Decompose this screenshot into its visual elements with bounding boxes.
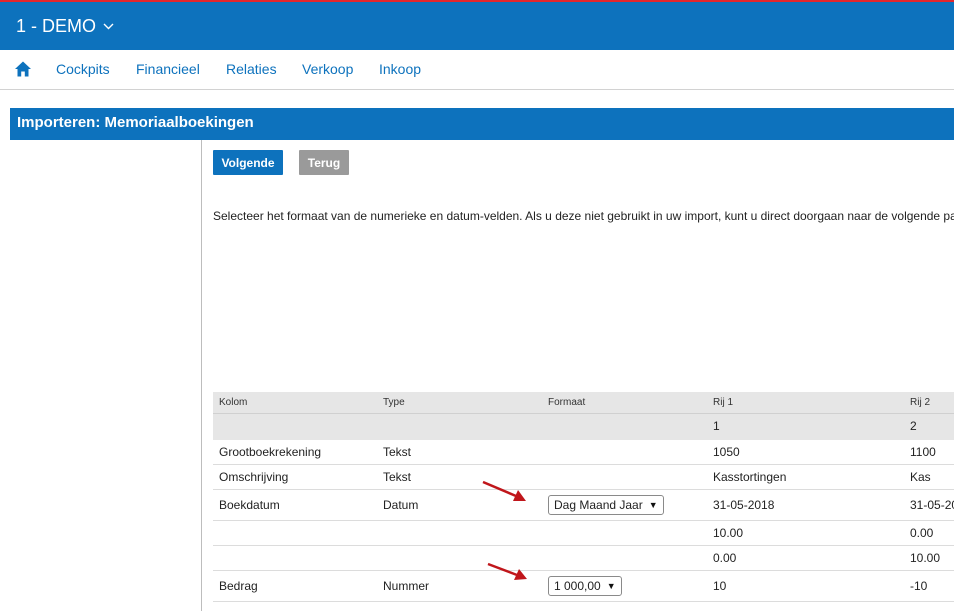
row-number-row: 1 2 <box>213 414 954 440</box>
table-cell: 0.00 <box>713 551 737 565</box>
top-bar: 1 - DEMO <box>0 0 954 50</box>
table-cell: Kas <box>910 470 931 484</box>
import-mapping-table: Kolom Type Formaat Rij 1 Rij 2 1 2 Groot… <box>213 392 954 602</box>
table-cell: Tekst <box>383 470 412 484</box>
table-row: Bedrag Nummer 1 000,00 ▼ 10 -10 <box>213 571 954 602</box>
page-title: Importeren: Memoriaalboekingen <box>17 114 254 131</box>
table-cell: 1050 <box>713 445 740 459</box>
table-cell: 10.00 <box>713 526 744 540</box>
column-header-type: Type <box>383 397 405 408</box>
nav-item-verkoop[interactable]: Verkoop <box>302 61 353 77</box>
page-header: Importeren: Memoriaalboekingen <box>10 108 954 140</box>
dropdown-arrow-icon: ▼ <box>606 581 616 591</box>
table-cell: 1100 <box>910 445 936 459</box>
column-header-formaat: Formaat <box>548 397 586 408</box>
number-format-select[interactable]: 1 000,00 ▼ <box>548 576 622 596</box>
number-format-value: 1 000,00 <box>554 579 601 593</box>
table-cell: Boekdatum <box>219 498 280 512</box>
date-format-select[interactable]: Dag Maand Jaar ▼ <box>548 495 664 515</box>
table-cell: -10 <box>910 579 928 593</box>
annotation-arrow-icon <box>487 562 527 580</box>
date-format-value: Dag Maand Jaar <box>554 498 643 512</box>
table-cell: Datum <box>383 498 419 512</box>
table-cell: Tekst <box>383 445 412 459</box>
left-panel <box>10 140 202 611</box>
row-number-1: 1 <box>713 419 720 433</box>
table-header-row: Kolom Type Formaat Rij 1 Rij 2 <box>213 392 954 414</box>
next-button[interactable]: Volgende <box>213 150 283 175</box>
row-number-2: 2 <box>910 419 917 433</box>
table-cell: Nummer <box>383 579 430 593</box>
main-navigation: Cockpits Financieel Relaties Verkoop Ink… <box>0 50 954 90</box>
company-selector[interactable]: 1 - DEMO <box>16 16 114 37</box>
nav-item-relaties[interactable]: Relaties <box>226 61 277 77</box>
table-row: 10.00 0.00 <box>213 521 954 546</box>
table-cell: 31-05-2018 <box>713 498 775 512</box>
home-icon[interactable] <box>14 60 32 78</box>
company-name: 1 - DEMO <box>16 16 97 36</box>
column-header-rij-2: Rij 2 <box>910 397 931 408</box>
table-row: 0.00 10.00 <box>213 546 954 571</box>
table-cell: 10 <box>713 579 727 593</box>
nav-item-cockpits[interactable]: Cockpits <box>56 61 110 77</box>
annotation-arrow-icon <box>482 480 526 501</box>
nav-item-inkoop[interactable]: Inkoop <box>379 61 421 77</box>
table-cell: 31-05-20 <box>910 498 954 512</box>
table-cell: Omschrijving <box>219 470 289 484</box>
table-cell: Grootboekrekening <box>219 445 322 459</box>
table-cell: 10.00 <box>910 551 941 565</box>
instruction-text: Selecteer het formaat van de numerieke e… <box>213 209 954 223</box>
dropdown-arrow-icon: ▼ <box>648 500 658 510</box>
nav-item-financieel[interactable]: Financieel <box>136 61 200 77</box>
chevron-down-icon <box>103 23 114 30</box>
table-row: Boekdatum Datum Dag Maand Jaar ▼ 31-05-2… <box>213 490 954 521</box>
table-row: Grootboekrekening Tekst 1050 1100 <box>213 440 954 465</box>
column-header-kolom: Kolom <box>219 397 248 408</box>
back-button[interactable]: Terug <box>299 150 349 175</box>
column-header-rij-1: Rij 1 <box>713 397 734 408</box>
table-cell: Kasstortingen <box>713 470 787 484</box>
table-row: Omschrijving Tekst Kasstortingen Kas <box>213 465 954 490</box>
table-cell: Bedrag <box>219 579 258 593</box>
table-cell: 0.00 <box>910 526 934 540</box>
